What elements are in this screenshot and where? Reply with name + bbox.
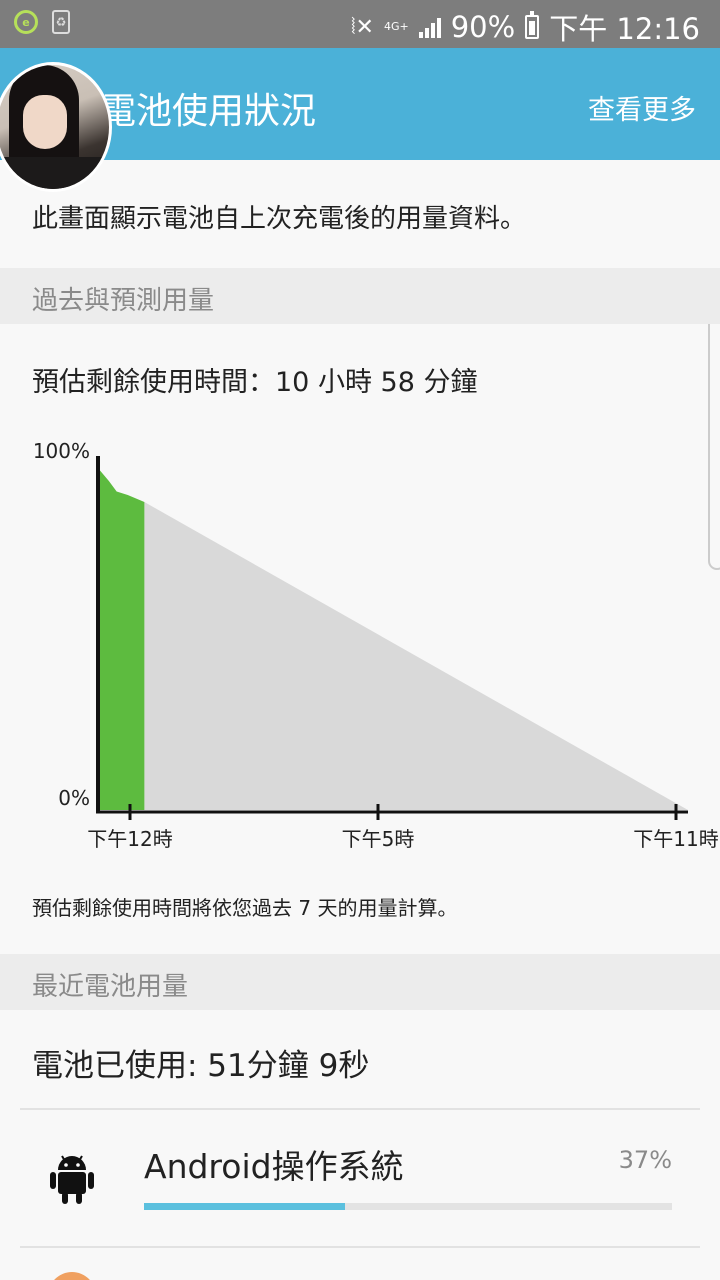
android-icon: [50, 1155, 94, 1204]
y-tick-label: 0%: [58, 786, 90, 810]
section-header-recent-usage: 最近電池用量: [0, 954, 720, 1010]
divider: [20, 1108, 700, 1110]
section-title: 最近電池用量: [32, 972, 189, 1002]
app-name: Android操作系統: [144, 1147, 404, 1186]
actual-usage-area: [100, 470, 145, 810]
battery-percent: 90%: [450, 10, 516, 44]
signal-icon: [418, 16, 441, 38]
x-tick-label: 下午11時: [633, 827, 718, 851]
page-title: 電池使用狀況: [100, 91, 317, 132]
divider: [20, 1246, 700, 1248]
battery-usage-chart: 100% 0% 下午12時 下午5時 下午11時: [33, 439, 719, 851]
recycle-icon: ♻: [52, 10, 70, 34]
estimate-note: 預估剩餘使用時間將依您過去 7 天的用量計算。: [32, 896, 458, 920]
description: 此畫面顯示電池自上次充電後的用量資料。: [32, 204, 527, 234]
app-notification-icon: e: [14, 10, 38, 34]
usage-bar-fill: [144, 1203, 345, 1210]
battery-used-time: 電池已使用: 51分鐘 9秒: [32, 1048, 370, 1084]
section-header-past-predicted: 過去與預測用量: [0, 268, 720, 324]
vibrate-icon: ⦚✕: [350, 14, 374, 40]
app-usage-percent: 37%: [618, 1146, 672, 1174]
y-tick-label: 100%: [33, 439, 90, 463]
list-item-android-os[interactable]: Android操作系統 37%: [0, 1112, 720, 1242]
status-bar: e ♻ ⦚✕ 4G+ 90% 下午 12:16: [0, 0, 720, 48]
network-type: 4G+: [383, 20, 409, 33]
clock: 下午 12:16: [549, 12, 700, 46]
next-app-icon: [48, 1272, 96, 1280]
predicted-usage-area: [144, 502, 688, 810]
more-button[interactable]: 查看更多: [588, 88, 696, 127]
estimated-remaining-time: 預估剩餘使用時間：10 小時 58 分鐘: [32, 367, 478, 398]
x-tick-label: 下午12時: [87, 827, 172, 851]
section-title: 過去與預測用量: [32, 286, 215, 316]
avatar[interactable]: [0, 62, 112, 192]
usage-bar-track: [144, 1203, 672, 1210]
x-tick-label: 下午5時: [342, 827, 415, 851]
battery-icon: [525, 11, 540, 39]
